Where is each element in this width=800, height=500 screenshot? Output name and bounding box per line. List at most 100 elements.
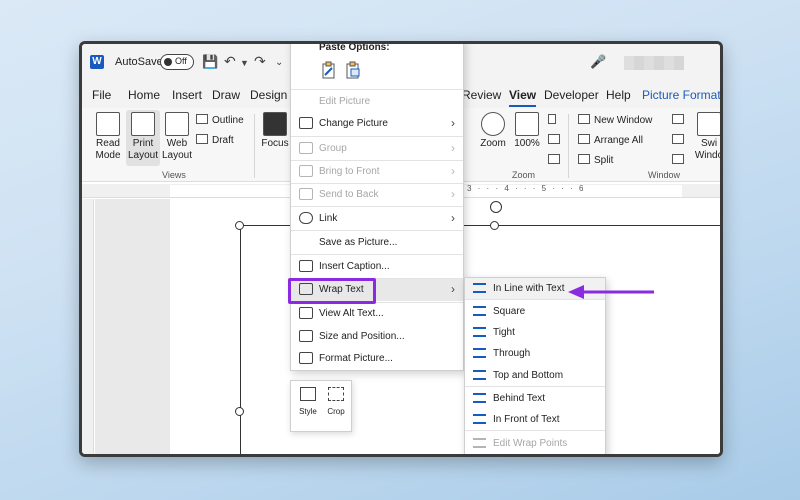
menu-item-change-picture[interactable]: Change Picture › [291,113,463,135]
undo-icon[interactable]: ↶ [224,53,236,70]
multiple-pages-icon[interactable] [548,134,564,146]
split-button[interactable]: Split [578,154,613,166]
tab-developer[interactable]: Developer [544,88,599,102]
menu-item-label: View Alt Text... [319,308,384,319]
submenu-item-label: Behind Text [493,393,546,404]
outline-button[interactable]: Outline [196,114,244,126]
menu-item-link[interactable]: Link › [291,208,463,230]
resize-handle[interactable] [235,407,244,416]
tab-home[interactable]: Home [128,88,160,102]
magnifier-icon [481,112,505,136]
read-mode-label: Read Mode [95,138,121,161]
submenu-item-edit-wrap-points[interactable]: Edit Wrap Points [465,433,605,454]
rotate-handle[interactable] [490,201,502,213]
submenu-item-label: Top and Bottom [493,370,564,381]
menu-separator [465,430,605,431]
print-layout-label: Print Layout [127,138,159,161]
web-layout-label: Web Layout [161,138,193,161]
menu-item-label: Change Picture [319,118,388,129]
print-layout-button[interactable]: Print Layout [126,110,160,166]
submenu-item-in-front-of-text[interactable]: In Front of Text [465,409,605,430]
side-by-side-icon[interactable] [672,114,688,126]
reset-position-icon[interactable] [672,154,688,166]
vertical-ruler [82,199,94,454]
tight-wrap-icon [473,327,486,337]
menu-item-edit-picture[interactable]: Edit Picture [291,91,463,113]
page-width-icon[interactable] [548,154,564,166]
tab-view[interactable]: View [509,88,537,107]
menu-item-send-to-back[interactable]: Send to Back › [291,184,463,206]
menu-item-save-as-picture[interactable]: Save as Picture... [291,232,463,254]
globe-page-icon [165,112,189,136]
style-button[interactable]: Style [294,387,322,416]
chevron-right-icon: › [451,116,455,130]
menu-item-format-picture[interactable]: Format Picture... [291,348,463,370]
menu-item-label: Link [319,213,338,224]
focus-button[interactable]: Focus [260,112,290,150]
customize-quick-access-icon[interactable]: ⌄ [275,57,283,68]
one-page-icon[interactable] [548,114,560,126]
tab-file[interactable]: File [92,88,111,102]
outline-label: Outline [212,115,244,126]
submenu-item-label: Square [493,306,526,317]
resize-handle[interactable] [490,221,499,230]
submenu-item-through[interactable]: Through [465,343,605,364]
tab-insert[interactable]: Insert [172,88,202,102]
arrange-all-button[interactable]: Arrange All [578,134,643,146]
change-picture-icon [299,117,313,129]
tab-draw[interactable]: Draw [212,88,240,102]
tab-design[interactable]: Design [250,88,287,102]
menu-item-size-and-position[interactable]: Size and Position... [291,326,463,348]
submenu-item-behind-text[interactable]: Behind Text [465,388,605,409]
read-mode-button[interactable]: Read Mode [90,112,126,162]
menu-separator [291,89,463,90]
menu-item-group[interactable]: Group › [291,138,463,160]
paste-picture-icon[interactable] [345,61,361,79]
submenu-item-top-and-bottom[interactable]: Top and Bottom [465,365,605,386]
zoom-button[interactable]: Zoom [478,112,508,150]
submenu-item-square[interactable]: Square [465,301,605,322]
resize-handle[interactable] [235,221,244,230]
microphone-icon[interactable]: 🎤 [590,54,606,70]
split-label: Split [594,155,614,166]
zoom-100-button[interactable]: 100% [512,112,542,150]
word-logo-icon: W [90,55,104,69]
switch-windows-button[interactable]: Swi Windo [694,112,720,162]
autosave-toggle[interactable]: Off [160,54,194,70]
redo-icon[interactable]: ↷ [254,53,266,70]
page-icon [131,112,155,136]
wrap-text-submenu: In Line with Text Square Tight Through T… [464,277,606,454]
wrap-text-annotation-box [288,278,376,304]
save-icon[interactable]: 💾 [202,54,218,70]
new-window-label: New Window [594,115,653,126]
chevron-down-icon[interactable]: ▼ [240,58,249,68]
menu-item-view-alt-text[interactable]: View Alt Text... [291,303,463,325]
new-window-button[interactable]: New Window [578,114,652,126]
menu-item-insert-caption[interactable]: Insert Caption... [291,256,463,278]
paste-keep-format-icon[interactable] [321,61,337,79]
menu-item-bring-to-front[interactable]: Bring to Front › [291,161,463,183]
submenu-item-label: Tight [493,327,515,338]
draft-button[interactable]: Draft [196,134,234,146]
bring-to-front-icon [299,165,313,177]
through-wrap-icon [473,348,486,358]
chevron-right-icon: › [451,187,455,201]
page-small-icon [548,114,556,124]
submenu-item-label: In Line with Text [493,283,565,294]
account-area[interactable] [624,56,684,70]
crop-button[interactable]: Crop [322,387,350,416]
annotation-arrow-icon [568,285,654,299]
submenu-item-tight[interactable]: Tight [465,322,605,343]
tab-help[interactable]: Help [606,88,631,102]
menu-separator [291,254,463,255]
chevron-right-icon: › [451,141,455,155]
menu-separator [291,206,463,207]
menu-separator [465,386,605,387]
tab-review[interactable]: Review [462,88,501,102]
square-wrap-icon [473,306,486,316]
sync-scroll-icon[interactable] [672,134,688,146]
web-layout-button[interactable]: Web Layout [160,112,194,162]
tab-picture-format[interactable]: Picture Format [642,88,720,102]
chevron-right-icon: › [451,164,455,178]
switch-windows-icon [697,112,720,136]
